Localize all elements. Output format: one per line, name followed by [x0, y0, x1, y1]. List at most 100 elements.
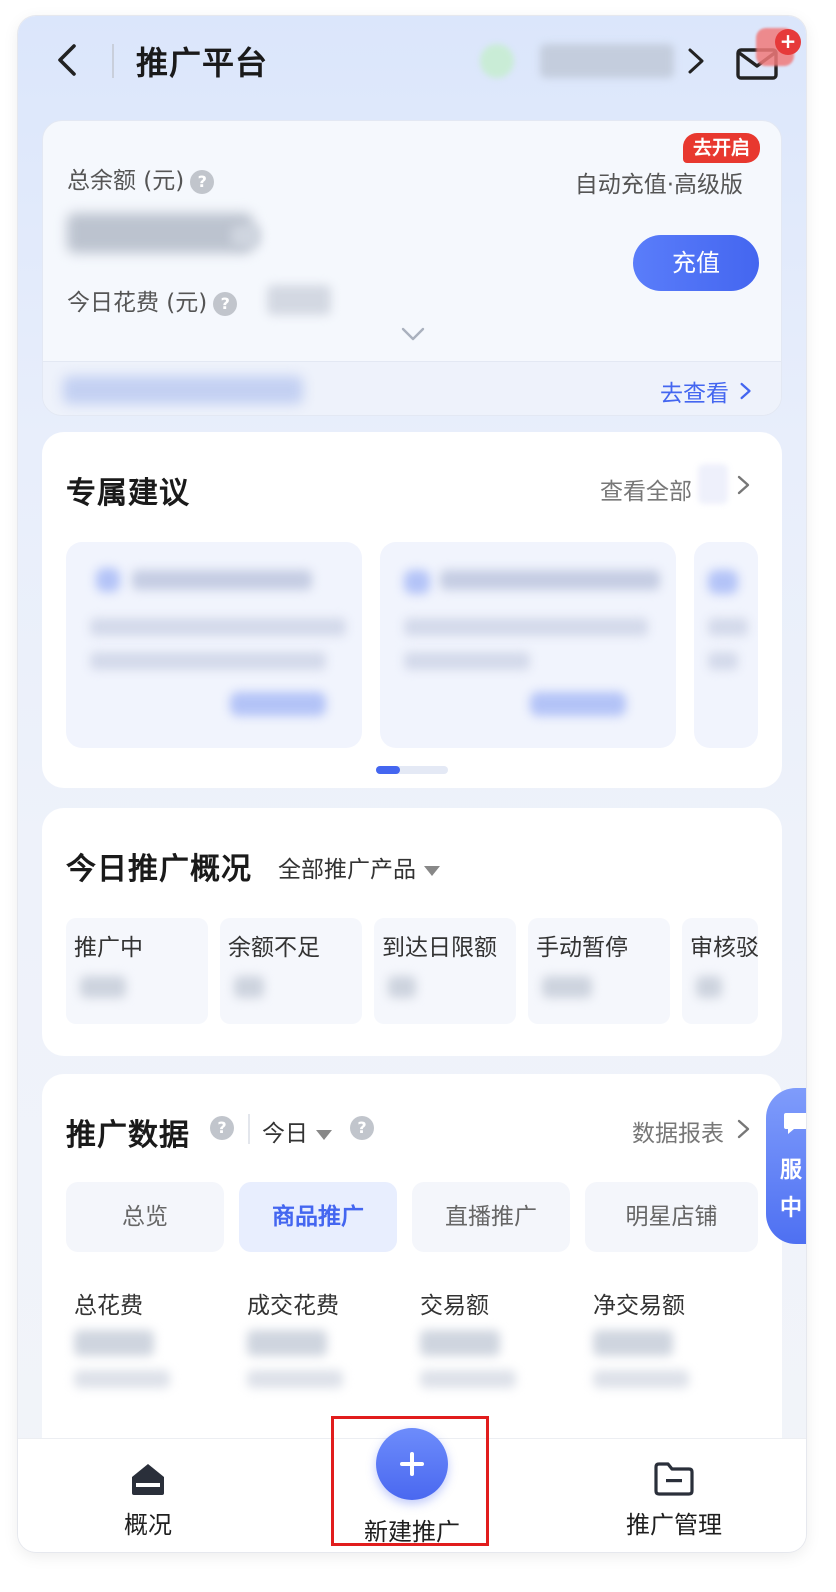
enable-badge[interactable]: 去开启 — [683, 133, 761, 163]
chevron-down-icon[interactable] — [399, 323, 427, 345]
suggestion-desc-redacted — [708, 652, 738, 670]
suggestion-icon — [404, 570, 430, 594]
tab-overview[interactable]: 总览 — [66, 1182, 224, 1252]
status-count-redacted — [696, 976, 722, 998]
status-label: 余额不足 — [228, 935, 320, 961]
data-report-label: 数据报表 — [632, 1121, 724, 1147]
top-bar: 推广平台 + — [18, 16, 806, 112]
help-icon[interactable]: ? — [210, 1116, 234, 1140]
suggestions-title: 专属建议 — [66, 476, 190, 511]
status-label: 手动暂停 — [536, 935, 628, 961]
status-tile-promoting[interactable]: 推广中 — [66, 918, 208, 1024]
status-tile-rejected[interactable]: 审核驳 — [682, 918, 758, 1024]
total-balance-label: 总余额 (元)? — [67, 161, 215, 195]
balance-card: 总余额 (元)? 今日花费 (元)? 去开启 自动充值·高级版 充值 去查看 — [42, 120, 782, 416]
suggestion-tile[interactable] — [694, 542, 758, 748]
folder-icon — [654, 1462, 694, 1496]
suggestion-tile[interactable] — [66, 542, 362, 748]
suggestion-desc-redacted — [90, 618, 346, 636]
view-all-label: 查看全部 — [600, 479, 692, 505]
metric-label: 净交易额 — [593, 1293, 685, 1319]
app-screen: 推广平台 + 总余额 (元)? 今日花费 (元)? 去开启 自动充值·高级版 充… — [18, 16, 806, 1552]
nav-overview[interactable]: 概况 — [48, 1439, 248, 1552]
suggestion-action-redacted — [230, 692, 326, 716]
suggestion-desc-redacted — [404, 652, 530, 670]
help-icon[interactable]: ? — [213, 291, 238, 316]
status-tile-insufficient[interactable]: 余额不足 — [220, 918, 362, 1024]
chevron-right-icon[interactable] — [678, 44, 712, 78]
footer-notice-redacted — [63, 376, 303, 404]
help-icon[interactable]: ? — [190, 169, 215, 194]
nav-overview-label: 概况 — [124, 1511, 172, 1539]
chevron-right-icon — [739, 381, 753, 407]
suggestion-desc-redacted — [708, 618, 748, 636]
metric-change-redacted — [420, 1370, 516, 1388]
view-all-link[interactable]: 查看全部 — [600, 472, 692, 506]
balance-footer: 去查看 — [43, 361, 781, 415]
help-icon[interactable]: ? — [350, 1116, 374, 1140]
status-count-redacted — [80, 976, 126, 998]
product-filter-dropdown[interactable]: 全部推广产品 — [278, 850, 440, 884]
today-spend-value-redacted — [267, 285, 331, 315]
metric-value-redacted — [247, 1330, 327, 1356]
home-icon — [132, 1464, 164, 1495]
view-link-label: 去查看 — [660, 381, 729, 407]
today-overview-card: 今日推广概况 全部推广产品 推广中 余额不足 到达日限额 手动暂停 审核驳 — [42, 808, 782, 1056]
metric-value-redacted — [420, 1330, 500, 1356]
metric-value-redacted — [74, 1330, 154, 1356]
nav-new-promo-label[interactable]: 新建推广 — [336, 1512, 488, 1547]
nav-manage-label: 推广管理 — [626, 1511, 722, 1539]
chat-bubble-icon — [784, 1113, 806, 1134]
tab-live-promo[interactable]: 直播推广 — [412, 1182, 570, 1252]
shop-avatar — [480, 44, 514, 78]
view-all-count-redacted — [698, 464, 728, 504]
metric-value-redacted — [593, 1330, 673, 1356]
suggestion-title-redacted — [440, 570, 660, 590]
tab-product-promo[interactable]: 商品推广 — [239, 1182, 397, 1252]
plus-icon — [410, 1452, 414, 1476]
overview-title: 今日推广概况 — [66, 852, 252, 887]
view-link[interactable]: 去查看 — [660, 374, 753, 408]
metric-label: 成交花费 — [247, 1293, 339, 1319]
period-label: 今日 — [262, 1121, 308, 1147]
data-report-link[interactable]: 数据报表 — [632, 1114, 724, 1148]
shop-name-redacted[interactable] — [540, 44, 674, 78]
suggestion-tile[interactable] — [380, 542, 676, 748]
status-label: 推广中 — [74, 935, 143, 961]
back-arrow-icon[interactable] — [48, 40, 88, 80]
notification-plus-icon: + — [775, 29, 801, 55]
recharge-button[interactable]: 充值 — [633, 235, 759, 291]
total-balance-value-redacted — [67, 213, 253, 253]
caret-down-icon — [316, 1129, 332, 1140]
page-title: 推广平台 — [136, 44, 269, 82]
header-divider — [112, 44, 114, 78]
tab-star-store[interactable]: 明星店铺 — [585, 1182, 758, 1252]
promo-data-title: 推广数据 — [66, 1118, 190, 1153]
service-label-1: 服 — [780, 1158, 803, 1183]
metric-change-redacted — [593, 1370, 689, 1388]
metric-change-redacted — [74, 1370, 170, 1388]
suggestion-desc-redacted — [404, 618, 648, 636]
suggestion-title-redacted — [132, 570, 312, 590]
today-spend-text: 今日花费 (元) — [67, 290, 208, 316]
metric-label: 交易额 — [420, 1293, 489, 1319]
suggestions-card: 专属建议 查看全部 — [42, 432, 782, 788]
metric-label: 总花费 — [74, 1293, 143, 1319]
product-filter-label: 全部推广产品 — [278, 857, 416, 883]
status-tile-paused[interactable]: 手动暂停 — [528, 918, 670, 1024]
today-spend-label: 今日花费 (元)? — [67, 283, 238, 317]
suggestion-desc-redacted — [90, 652, 326, 670]
status-count-redacted — [388, 976, 416, 998]
status-count-redacted — [234, 976, 264, 998]
period-dropdown[interactable]: 今日 — [262, 1114, 332, 1148]
nav-manage[interactable]: 推广管理 — [574, 1439, 774, 1552]
chevron-right-icon[interactable] — [736, 474, 752, 496]
new-promo-plus-button[interactable] — [376, 1428, 448, 1500]
auto-recharge-text[interactable]: 自动充值·高级版 — [575, 165, 743, 199]
chevron-right-icon[interactable] — [736, 1118, 752, 1140]
status-tile-daily-limit[interactable]: 到达日限额 — [374, 918, 516, 1024]
total-balance-unit-redacted — [231, 225, 261, 247]
service-label-2: 中 — [780, 1196, 803, 1221]
service-center-float-button[interactable]: 服 中 — [766, 1088, 806, 1244]
status-label: 到达日限额 — [382, 935, 497, 961]
